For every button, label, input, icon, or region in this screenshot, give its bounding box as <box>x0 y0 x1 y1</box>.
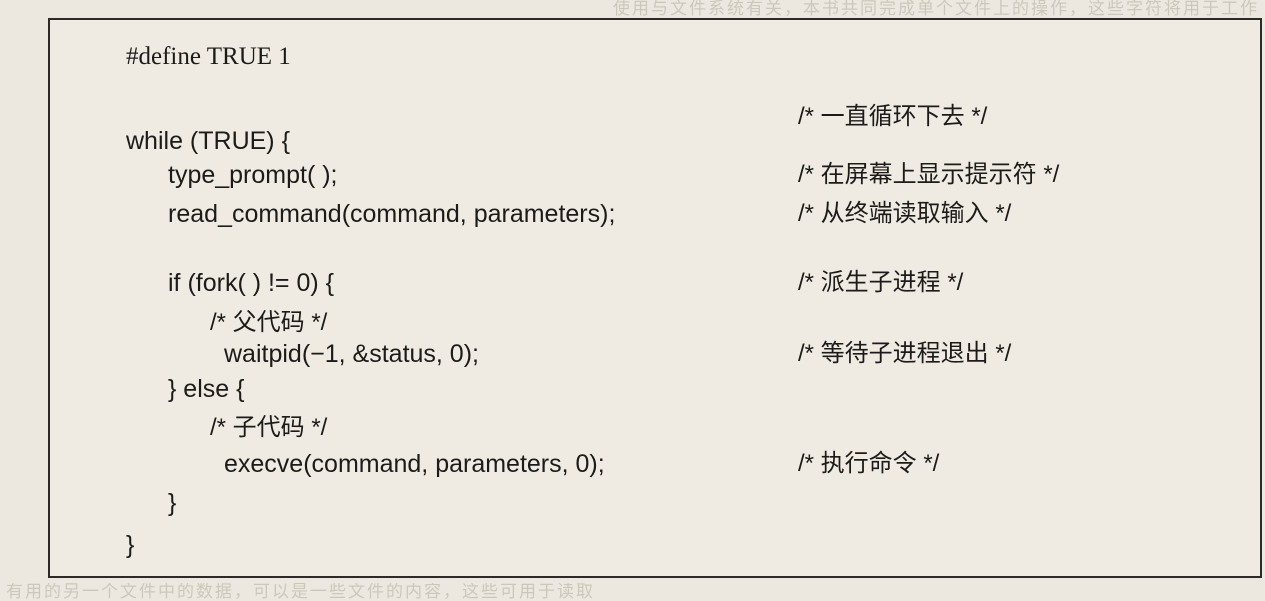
comment-wait: /* 等待子进程退出 */ <box>798 340 1012 367</box>
bleed-text-top: 使用与文件系统有关，本书共同完成单个文件上的操作，这些字符将用于工作 <box>613 0 1259 18</box>
comment-read: /* 从终端读取输入 */ <box>798 200 1012 227</box>
outer-close-brace: } <box>126 531 135 559</box>
comment-prompt: /* 在屏幕上显示提示符 */ <box>798 161 1060 188</box>
child-code-comment: /* 子代码 */ <box>210 414 328 441</box>
if-fork-line: if (fork( ) != 0) { <box>168 269 335 297</box>
parent-code-comment: /* 父代码 */ <box>210 309 328 336</box>
else-line: } else { <box>168 375 245 403</box>
type-prompt-line: type_prompt( ); <box>168 161 338 189</box>
comment-loop: /* 一直循环下去 */ <box>798 103 988 130</box>
comment-exec: /* 执行命令 */ <box>798 450 940 477</box>
comment-fork: /* 派生子进程 */ <box>798 269 964 296</box>
inner-close-brace: } <box>168 489 177 517</box>
code-listing-frame: #define TRUE 1 /* 一直循环下去 */ while (TRUE)… <box>48 18 1262 578</box>
define-line: #define TRUE 1 <box>126 43 291 70</box>
waitpid-line: waitpid(−1, &status, 0); <box>224 340 479 368</box>
read-command-line: read_command(command, parameters); <box>168 200 616 228</box>
while-line: while (TRUE) { <box>126 127 290 155</box>
execve-line: execve(command, parameters, 0); <box>224 450 605 478</box>
bleed-text-bottom: 有用的另一个文件中的数据，可以是一些文件的内容，这些可用于读取 <box>6 583 595 601</box>
